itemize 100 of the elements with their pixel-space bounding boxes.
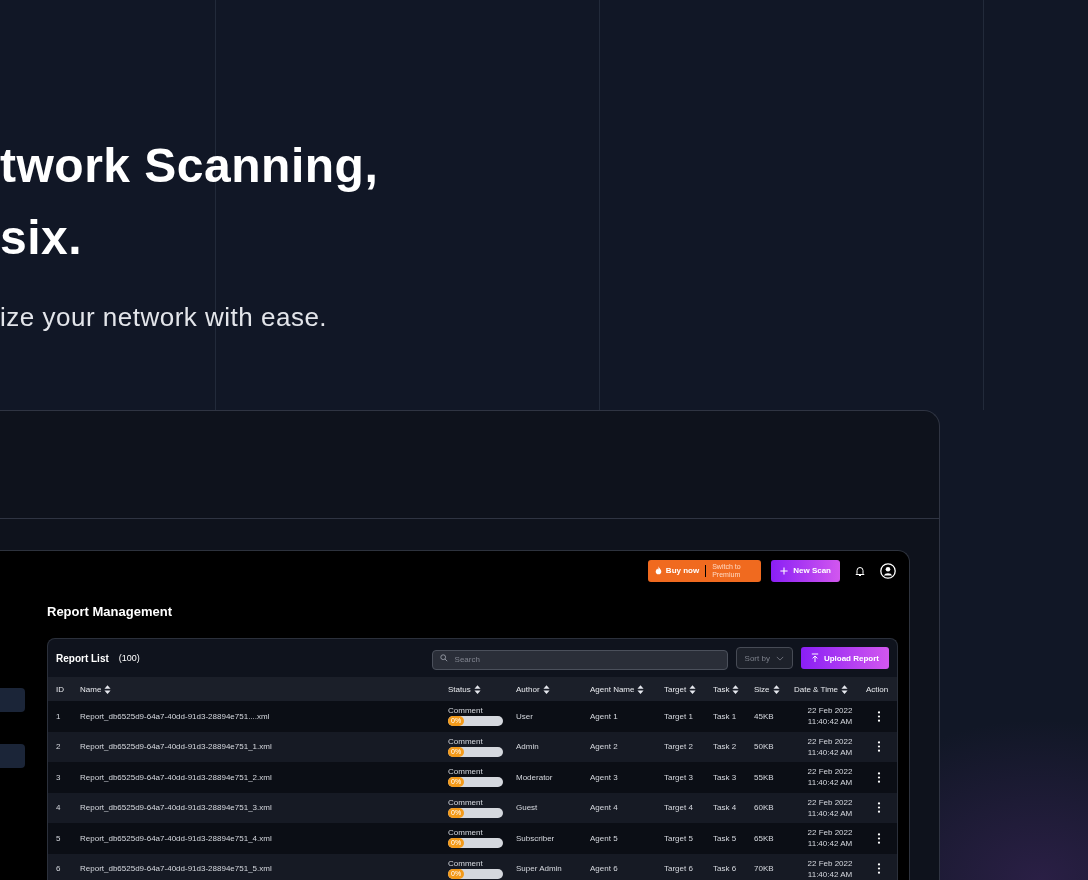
sort-icon[interactable] xyxy=(637,684,645,694)
column-header[interactable]: Agent Name xyxy=(590,684,645,694)
list-title: Report List xyxy=(56,652,109,664)
hero-subtitle: ize your network with ease. xyxy=(0,302,329,333)
status-text: Comment xyxy=(448,767,484,777)
file-name-cell-text: Report_db6525d9-64a7-40dd-91d3-28894e751_2.xml xyxy=(80,772,273,782)
id-cell-text: 2 xyxy=(56,742,62,752)
column-header[interactable]: Author xyxy=(516,684,550,694)
size-cell-text: 45KB xyxy=(754,711,775,721)
time-text: 11:40:42 AM xyxy=(807,716,853,728)
date-text: 22 Feb 2022 xyxy=(807,857,853,869)
target-cell-text: Target 5 xyxy=(664,833,694,843)
time-text: 11:40:42 AM xyxy=(807,838,853,850)
date-text: 22 Feb 2022 xyxy=(807,735,853,747)
upload-report-button[interactable]: Upload Report xyxy=(800,647,889,669)
time-text: 11:40:42 AM xyxy=(807,868,853,880)
target-cell-text: Target 2 xyxy=(664,742,694,752)
agent-cell-text: Agent 6 xyxy=(590,864,619,874)
sort-icon[interactable] xyxy=(542,684,550,694)
column-header[interactable]: Date & Time xyxy=(794,684,848,694)
author-cell-text: User xyxy=(516,711,534,721)
more-icon[interactable] xyxy=(877,710,881,722)
user-icon[interactable] xyxy=(880,562,896,579)
author-cell-text: Subscriber xyxy=(516,833,556,843)
task-cell-text: Task 1 xyxy=(713,711,738,721)
column-header[interactable]: Name xyxy=(80,684,112,694)
status-text: Comment xyxy=(448,828,484,838)
sort-icon[interactable] xyxy=(104,684,112,694)
target-cell-text: Target 1 xyxy=(664,711,694,721)
target-cell-text: Target 6 xyxy=(664,864,694,874)
sort-icon[interactable] xyxy=(841,684,848,694)
agent-cell-text: Agent 5 xyxy=(590,833,619,843)
more-icon[interactable] xyxy=(877,771,881,783)
time-text: 11:40:42 AM xyxy=(807,807,853,819)
hero-heading: twork Scanning, xyxy=(0,138,380,194)
task-cell-text: Task 5 xyxy=(713,833,738,843)
flame-icon xyxy=(654,566,662,575)
date-text: 22 Feb 2022 xyxy=(807,705,853,717)
status-text: Comment xyxy=(448,706,484,716)
size-cell-text: 60KB xyxy=(754,803,775,813)
id-cell-text: 5 xyxy=(56,833,62,843)
report-count: (100) xyxy=(118,653,140,663)
author-cell-text: Admin xyxy=(516,742,540,752)
task-cell-text: Task 2 xyxy=(713,742,738,752)
target-cell-text: Target 3 xyxy=(664,772,694,782)
size-cell-text: 70KB xyxy=(754,864,775,874)
status-text: Comment xyxy=(448,797,484,807)
task-cell-text: Task 4 xyxy=(713,803,738,813)
id-cell-text: 3 xyxy=(56,772,62,782)
agent-cell-text: Agent 1 xyxy=(590,711,619,721)
id-cell-text: 6 xyxy=(56,864,62,874)
status-text: Comment xyxy=(448,736,484,746)
size-cell-text: 65KB xyxy=(754,833,775,843)
search-field[interactable]: Search xyxy=(431,649,728,670)
id-cell-text: 4 xyxy=(56,803,62,813)
file-name-cell-text: Report_db6525d9-64a7-40dd-91d3-28894e751_5.xml xyxy=(80,864,273,874)
agent-cell-text: Agent 2 xyxy=(590,742,619,752)
task-cell-text: Task 3 xyxy=(713,772,738,782)
target-cell-text: Target 4 xyxy=(664,803,694,813)
time-text: 11:40:42 AM xyxy=(807,746,853,758)
task-cell-text: Task 6 xyxy=(713,864,738,874)
file-name-cell-text: Report_db6525d9-64a7-40dd-91d3-28894e751....xml xyxy=(80,711,271,721)
more-icon[interactable] xyxy=(877,832,881,844)
column-header[interactable]: Status xyxy=(448,684,481,694)
sort-dropdown[interactable]: Sort by xyxy=(735,647,793,669)
file-name-cell-text: Report_db6525d9-64a7-40dd-91d3-28894e751_1.xml xyxy=(80,742,273,752)
column-header[interactable]: Action xyxy=(866,684,889,694)
upload-icon xyxy=(810,653,819,663)
date-text: 22 Feb 2022 xyxy=(807,796,853,808)
sort-icon[interactable] xyxy=(473,684,481,694)
time-text: 11:40:42 AM xyxy=(807,777,853,789)
author-cell-text: Super Admin xyxy=(516,864,563,874)
author-cell-text: Moderator xyxy=(516,772,554,782)
search-icon xyxy=(439,654,448,662)
bell-icon[interactable] xyxy=(854,564,866,577)
file-name-cell-text: Report_db6525d9-64a7-40dd-91d3-28894e751_4.xml xyxy=(80,833,273,843)
new-scan-button[interactable]: New Scan xyxy=(771,559,840,582)
id-cell-text: 1 xyxy=(56,711,62,721)
more-icon[interactable] xyxy=(877,863,881,875)
more-icon[interactable] xyxy=(877,741,881,753)
file-name-cell-text: Report_db6525d9-64a7-40dd-91d3-28894e751_3.xml xyxy=(80,803,273,813)
status-text: Comment xyxy=(448,858,484,868)
agent-cell-text: Agent 4 xyxy=(590,803,619,813)
sort-icon[interactable] xyxy=(732,684,740,694)
column-header[interactable]: ID xyxy=(56,684,64,694)
column-header[interactable]: Task xyxy=(713,684,740,694)
sort-icon[interactable] xyxy=(772,684,780,694)
date-text: 22 Feb 2022 xyxy=(807,766,853,778)
date-text: 22 Feb 2022 xyxy=(807,827,853,839)
page-title: Report Management xyxy=(47,604,173,620)
chevron-down-icon xyxy=(775,655,784,661)
column-header[interactable]: Target xyxy=(664,684,697,694)
agent-cell-text: Agent 3 xyxy=(590,772,619,782)
column-header[interactable]: Size xyxy=(754,684,780,694)
size-cell-text: 55KB xyxy=(754,772,775,782)
author-cell-text: Guest xyxy=(516,803,539,813)
plus-icon xyxy=(780,566,789,575)
size-cell-text: 50KB xyxy=(754,742,775,752)
more-icon[interactable] xyxy=(877,802,881,814)
sort-icon[interactable] xyxy=(689,684,697,694)
